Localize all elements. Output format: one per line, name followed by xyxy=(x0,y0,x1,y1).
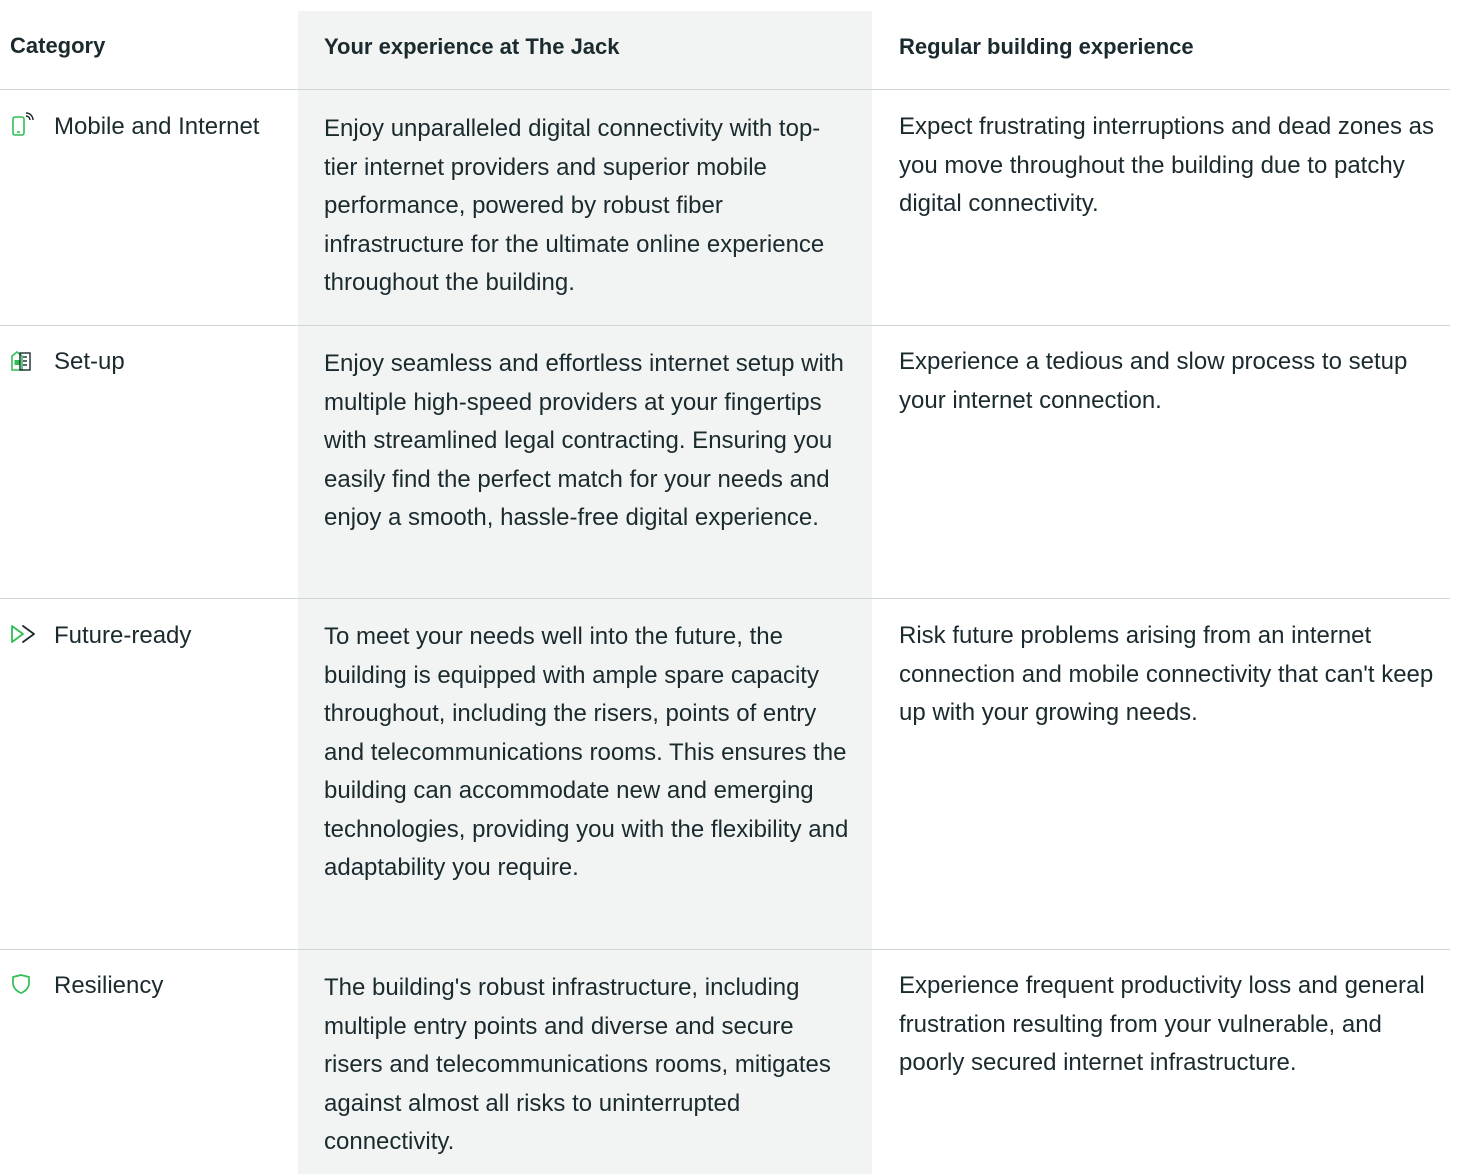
header-jack: Your experience at The Jack xyxy=(324,34,620,59)
regular-experience: Experience frequent productivity loss an… xyxy=(899,972,1425,1076)
category-label: Resiliency xyxy=(54,972,164,999)
jack-experience: To meet your needs well into the future,… xyxy=(324,623,849,881)
category-label: Mobile and Internet xyxy=(54,113,260,140)
divider xyxy=(0,598,1450,599)
divider xyxy=(0,325,1450,326)
header-regular: Regular building experience xyxy=(899,34,1194,59)
regular-experience: Expect frustrating interruptions and dea… xyxy=(899,113,1434,217)
fast-forward-icon xyxy=(10,619,40,649)
building-setup-icon xyxy=(10,345,40,375)
category-cell: Set-up xyxy=(10,343,280,382)
comparison-table: Category Your experience at The Jack Reg… xyxy=(0,0,1450,1174)
jack-experience: The building's robust infrastructure, in… xyxy=(324,974,831,1155)
divider xyxy=(0,89,1450,90)
category-cell: Mobile and Internet xyxy=(10,108,280,147)
category-cell: Resiliency xyxy=(10,967,280,1006)
header-category: Category xyxy=(10,33,106,58)
regular-experience: Risk future problems arising from an int… xyxy=(899,622,1434,726)
category-label: Future-ready xyxy=(54,622,192,649)
divider xyxy=(0,949,1450,950)
category-label: Set-up xyxy=(54,348,125,375)
jack-experience: Enjoy unparalleled digital connectivity … xyxy=(324,115,825,296)
mobile-icon xyxy=(10,110,40,140)
jack-experience: Enjoy seamless and effortless internet s… xyxy=(324,350,844,531)
regular-experience: Experience a tedious and slow process to… xyxy=(899,348,1408,414)
category-cell: Future-ready xyxy=(10,617,280,656)
shield-icon xyxy=(10,969,40,999)
